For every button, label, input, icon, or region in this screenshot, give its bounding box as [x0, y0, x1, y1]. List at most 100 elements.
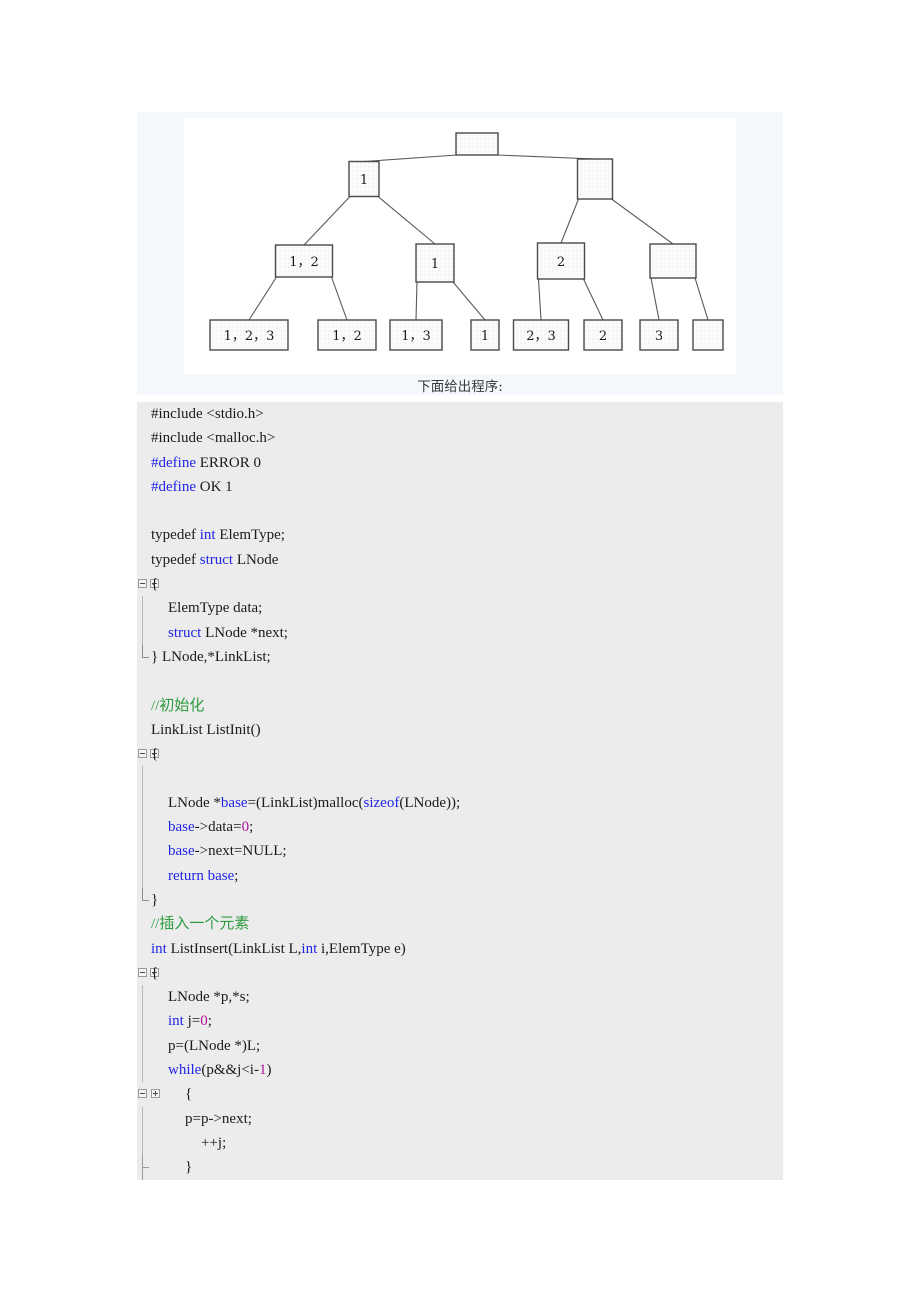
code-line: LNode *base=(LinkList)malloc(sizeof(LNod… [137, 790, 783, 816]
code-line: LinkList ListInit() [137, 718, 783, 742]
fold-collapse-icon[interactable] [138, 749, 147, 759]
fold-guide-line [142, 815, 143, 840]
code-line: int ListInsert(LinkList L,int i,ElemType… [137, 937, 783, 961]
code-token-id: base [168, 843, 195, 860]
code-line: base->data=0; [137, 815, 783, 840]
code-line: LNode *p,*s; [137, 985, 783, 1010]
code-token-cmt: //插入一个元素 [151, 916, 250, 933]
fold-collapse-icon[interactable] [138, 579, 147, 589]
code-text: typedef int ElemType; [151, 523, 285, 547]
code-token-plain: ->data= [194, 819, 242, 836]
tree-node-label: 2 [599, 329, 607, 344]
code-token-plain: ++j; [201, 1134, 227, 1151]
fold-collapse-icon[interactable] [138, 1089, 147, 1099]
code-line [137, 499, 783, 523]
code-line: } LNode,*LinkList; [137, 644, 783, 669]
code-text: typedef struct LNode [151, 548, 278, 572]
code-token-plain: ) [266, 1062, 272, 1079]
code-line: struct LNode *next; [137, 620, 783, 645]
code-gutter [137, 669, 167, 693]
code-token-plain: #include <malloc.h> [151, 430, 276, 447]
code-line: { [137, 961, 783, 985]
code-token-kw: #define [151, 454, 196, 471]
code-token-id: base [168, 819, 195, 836]
code-token-plain: ; [207, 1013, 212, 1030]
code-gutter [137, 596, 167, 621]
tree-edges [248, 154, 709, 321]
tree-level-3: 1，2，3 1，2 1，3 1 2，3 2 3 [209, 319, 724, 351]
code-token-kw: return [168, 867, 204, 884]
code-gutter [137, 1033, 167, 1059]
code-token-kw: int [168, 1013, 184, 1030]
code-line: ElemType data; [137, 596, 783, 621]
code-line: #define ERROR 0 [137, 451, 783, 475]
code-gutter [137, 620, 167, 645]
code-token-plain: OK 1 [195, 478, 233, 495]
code-line: #include <malloc.h> [137, 426, 783, 450]
code-line: base->next=NULL; [137, 839, 783, 864]
tree-node-label: 1 [431, 257, 439, 272]
code-text: #include <stdio.h> [151, 402, 264, 426]
code-token-plain: } [151, 891, 159, 908]
code-block[interactable]: #include <stdio.h> #include <malloc.h> #de… [137, 402, 783, 1180]
code-token-plain: ElemType data; [168, 600, 263, 617]
fold-guide-line [142, 620, 143, 645]
code-token-plain: { [151, 964, 159, 981]
fold-branch-tick [142, 1167, 149, 1169]
code-gutter [137, 1009, 167, 1034]
code-line: p=(LNode *)L; [137, 1033, 783, 1059]
code-token-num: 0 [241, 819, 250, 836]
code-line: { [137, 572, 783, 596]
tree-node-label: 1，2，3 [224, 329, 275, 344]
code-text: p=(LNode *)L; [168, 1034, 260, 1058]
code-text: { [151, 742, 158, 766]
code-token-cmt: //初始化 [151, 697, 205, 714]
tree-level-2: 1，2 1 2 [274, 242, 697, 283]
fold-guide-line [142, 985, 143, 1010]
code-token-plain: (LNode)); [399, 794, 461, 811]
tree-node [649, 243, 697, 279]
fold-guide-line [142, 766, 143, 791]
code-text: int ListInsert(LinkList L,int i,ElemType… [151, 937, 406, 961]
code-line: #include <stdio.h> [137, 402, 783, 426]
fold-expand-icon[interactable] [151, 1089, 160, 1099]
code-text: { [185, 1082, 192, 1106]
code-token-plain: #include <stdio.h> [151, 406, 264, 422]
fold-guide-line [142, 1058, 143, 1083]
code-token-id: base [207, 867, 235, 884]
code-token-plain: ERROR 0 [195, 454, 261, 471]
figure-caption: 下面给出程序: [417, 379, 503, 395]
code-text: struct LNode *next; [168, 621, 288, 645]
code-gutter [137, 985, 167, 1010]
fold-guide-line [142, 1033, 143, 1059]
fold-end-tick [142, 656, 149, 658]
code-line: { [137, 1082, 783, 1106]
code-token-plain: p=(LNode *)L; [168, 1037, 261, 1054]
code-token-plain: LNode *next; [201, 624, 288, 641]
code-text: return base; [168, 864, 238, 888]
tree-node [455, 132, 499, 156]
code-token-plain: LNode *p,*s; [168, 989, 250, 1006]
code-gutter [137, 499, 167, 523]
code-text: LinkList ListInit() [151, 718, 261, 742]
code-token-kw: int [151, 940, 167, 957]
tree-node [576, 158, 614, 200]
code-text: #define OK 1 [151, 475, 233, 499]
code-token-plain: =(LinkList)malloc( [247, 794, 364, 811]
fold-minus-bar [140, 1093, 145, 1095]
fold-collapse-icon[interactable] [138, 967, 147, 977]
code-text: ++j; [201, 1131, 226, 1155]
code-gutter [137, 1130, 167, 1156]
code-token-plain: typedef [151, 551, 200, 568]
tree-level-1: 1 [348, 158, 614, 200]
code-text: LNode *p,*s; [168, 985, 250, 1009]
code-line [137, 669, 783, 693]
code-text: while(p&&j<i-1) [168, 1058, 271, 1082]
figure-panel: 1 1，2 1 2 1，2，3 1，2 1，3 1 2，3 2 3 [137, 112, 783, 395]
code-gutter [137, 839, 167, 864]
code-token-plain: } [185, 1159, 193, 1176]
code-gutter [137, 1155, 167, 1180]
tree-node [692, 319, 724, 351]
code-token-plain: ; [249, 819, 254, 836]
code-token-kw: struct [168, 624, 202, 641]
